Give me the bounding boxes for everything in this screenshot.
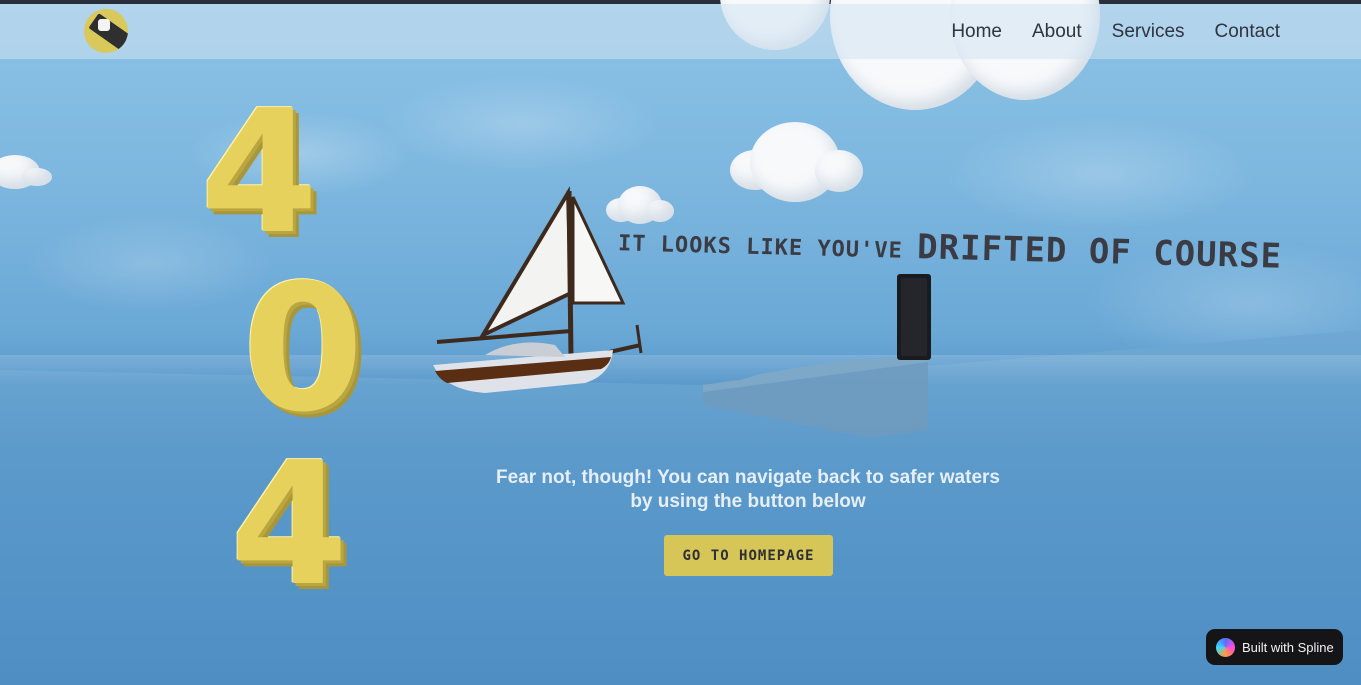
ship-logo-icon[interactable] xyxy=(84,9,128,53)
cloud-left xyxy=(0,150,60,190)
sailboat xyxy=(433,186,643,393)
nav-link-services[interactable]: Services xyxy=(1112,21,1185,43)
digit-four-bottom: 4 xyxy=(230,426,349,624)
subtext: Fear not, though! You can navigate back … xyxy=(496,467,1000,512)
horizon-glow xyxy=(0,355,1361,385)
digit-zero: 0 xyxy=(242,248,364,451)
nav-links: Home About Services Contact xyxy=(951,4,1280,59)
digit-four-top: 4 xyxy=(200,74,319,272)
top-navbar: Home About Services Contact xyxy=(0,4,1361,59)
nav-link-contact[interactable]: Contact xyxy=(1215,21,1280,43)
headline-prefix: IT LOOKS LIKE YOU'VE xyxy=(617,231,918,265)
nav-link-home[interactable]: Home xyxy=(951,21,1002,43)
logo-mark xyxy=(98,19,110,31)
hero-scene: 4 0 4 IT LOOKS LIKE YOU'VE DRIFTED OF CO… xyxy=(0,0,1361,685)
spline-logo-icon xyxy=(1216,637,1235,657)
built-with-spline-badge[interactable]: Built with Spline xyxy=(1206,629,1343,665)
cloud-mid xyxy=(730,120,870,210)
stairs-and-door xyxy=(703,274,931,438)
nav-link-about[interactable]: About xyxy=(1032,21,1082,43)
go-to-homepage-button[interactable]: GO TO HOMEPAGE xyxy=(664,535,833,576)
spline-badge-label: Built with Spline xyxy=(1242,639,1334,655)
